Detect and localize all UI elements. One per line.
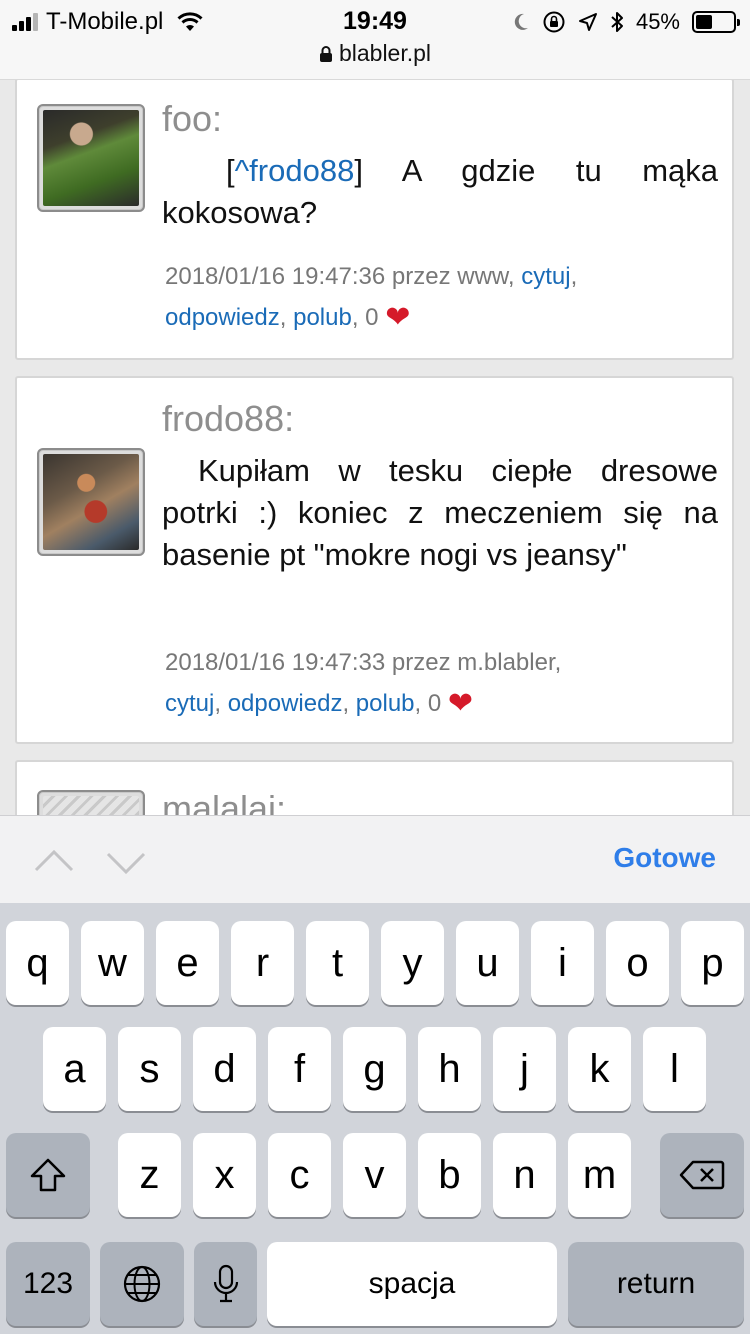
post-content: Kupiłam w tesku ciepłe dresowe potrki :)… (162, 453, 718, 572)
address-bar[interactable]: blabler.pl (0, 40, 750, 67)
key-t[interactable]: t (306, 921, 369, 1005)
key-r[interactable]: r (231, 921, 294, 1005)
post-author[interactable]: foo: (162, 98, 222, 140)
key-z[interactable]: z (118, 1133, 181, 1217)
backspace-icon (679, 1160, 725, 1190)
like-link[interactable]: polub (293, 304, 352, 331)
key-b[interactable]: b (418, 1133, 481, 1217)
post-feed[interactable]: foo: [^frodo88] A gdzie tu mąka kokosowa… (0, 80, 750, 815)
key-w[interactable]: w (81, 921, 144, 1005)
microphone-icon (213, 1264, 238, 1303)
key-x[interactable]: x (193, 1133, 256, 1217)
post-author[interactable]: frodo88: (162, 398, 294, 440)
like-link[interactable]: polub (356, 690, 415, 717)
backspace-key[interactable] (660, 1133, 744, 1217)
numbers-key[interactable]: 123 (6, 1242, 90, 1326)
key-j[interactable]: j (493, 1027, 556, 1111)
key-p[interactable]: p (681, 921, 744, 1005)
key-d[interactable]: d (193, 1027, 256, 1111)
key-i[interactable]: i (531, 921, 594, 1005)
post-content: [^frodo88] A gdzie tu mąka kokosowa? (162, 153, 719, 230)
mention-link[interactable]: ^frodo88 (235, 153, 355, 188)
heart-icon: ❤ (385, 301, 411, 334)
post-card: foo: [^frodo88] A gdzie tu mąka kokosowa… (15, 80, 734, 360)
reply-link[interactable]: odpowiedz (228, 690, 343, 717)
key-q[interactable]: q (6, 921, 69, 1005)
globe-key[interactable] (100, 1242, 184, 1326)
like-count: 0 (365, 304, 379, 331)
key-h[interactable]: h (418, 1027, 481, 1111)
key-e[interactable]: e (156, 921, 219, 1005)
avatar[interactable] (37, 448, 145, 556)
battery-percent: 45% (635, 9, 680, 34)
avatar[interactable] (37, 790, 145, 815)
post-timestamp: 2018/01/16 19:47:36 (165, 263, 386, 290)
key-v[interactable]: v (343, 1133, 406, 1217)
key-y[interactable]: y (381, 921, 444, 1005)
quote-link[interactable]: cytuj (521, 263, 570, 290)
moon-icon (514, 13, 528, 30)
keyboard-accessory-bar: Gotowe (0, 815, 750, 903)
post-timestamp: 2018/01/16 19:47:33 (165, 649, 386, 676)
reply-link[interactable]: odpowiedz (165, 304, 280, 331)
key-f[interactable]: f (268, 1027, 331, 1111)
url-text: blabler.pl (338, 40, 432, 66)
battery-icon (692, 11, 740, 33)
avatar[interactable] (37, 104, 145, 212)
dictation-key[interactable] (194, 1242, 257, 1326)
rotation-lock-icon (543, 11, 565, 33)
key-g[interactable]: g (343, 1027, 406, 1111)
post-card: frodo88: Kupiłam w tesku ciepłe dresowe … (15, 376, 734, 744)
key-c[interactable]: c (268, 1133, 331, 1217)
key-a[interactable]: a (43, 1027, 106, 1111)
lock-icon (319, 45, 332, 62)
globe-icon (123, 1265, 161, 1303)
key-m[interactable]: m (568, 1133, 631, 1217)
shift-key[interactable] (6, 1133, 90, 1217)
key-n[interactable]: n (493, 1133, 556, 1217)
post-meta: 2018/01/16 19:47:36 przez www, cytuj, od… (165, 263, 578, 334)
post-meta: 2018/01/16 19:47:33 przez m.blabler, cyt… (165, 649, 562, 720)
status-bar: T-Mobile.pl 19:49 blabler.pl 45% (0, 0, 750, 80)
post-source: przez m.blabler, (391, 649, 562, 676)
quote-link[interactable]: cytuj (165, 690, 214, 717)
key-l[interactable]: l (643, 1027, 706, 1111)
bluetooth-icon (611, 12, 623, 32)
status-right: 45% (512, 8, 740, 36)
done-button[interactable]: Gotowe (613, 842, 716, 874)
key-s[interactable]: s (118, 1027, 181, 1111)
key-u[interactable]: u (456, 921, 519, 1005)
heart-icon: ❤ (447, 687, 474, 720)
key-o[interactable]: o (606, 921, 669, 1005)
keyboard: qwertyuiop asdfghjkl zxcvbnm 123 spacja … (0, 903, 750, 1334)
like-count: 0 (427, 690, 442, 717)
chevron-up-icon[interactable] (32, 840, 76, 884)
space-key[interactable]: spacja (267, 1242, 557, 1326)
shift-icon (30, 1158, 66, 1192)
return-key[interactable]: return (568, 1242, 744, 1326)
location-icon (578, 13, 597, 31)
key-k[interactable]: k (568, 1027, 631, 1111)
post-author[interactable]: malalai: (162, 788, 286, 815)
chevron-down-icon[interactable] (104, 840, 148, 884)
post-card: malalai: (15, 760, 734, 815)
post-source: przez www, (391, 263, 515, 290)
